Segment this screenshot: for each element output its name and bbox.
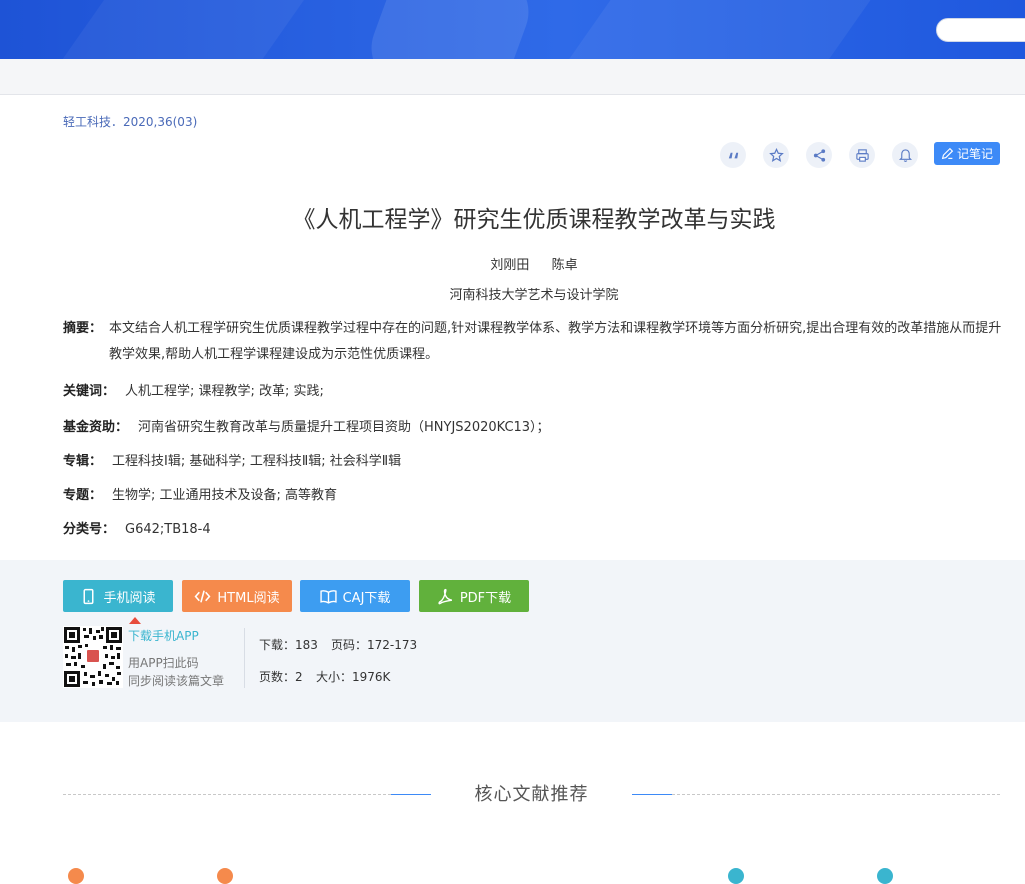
download-app-link[interactable]: 下载手机APP [128,627,199,644]
page-count: 页数：2 [259,668,303,685]
recommend-tab-marker [877,868,893,884]
journal-source[interactable]: 轻工科技．2020,36(03) [63,113,197,130]
recommend-heading: 核心文献推荐 [474,784,589,805]
keywords-row: 关键词： 人机工程学; 课程教学; 改革; 实践; [63,380,324,399]
abstract-section: 摘要： 本文结合人机工程学研究生优质课程教学过程中存在的问题,针对课程教学体系、… [63,316,1003,368]
qr-code [63,626,123,688]
fund-row: 基金资助： 河南省研究生教育改革与质量提升工程项目资助（HNYJS2020KC13… [63,416,550,435]
author-list: 刘刚田 陈卓 [0,254,1025,273]
download-count: 下载：183 [259,636,318,653]
code-icon [194,589,211,603]
recommend-tab-marker [217,868,233,884]
topic-label: 专题： [63,488,103,503]
favorite-button[interactable] [763,142,789,168]
banner-decoration [360,0,540,59]
html-read-label: HTML阅读 [217,590,280,606]
topic-value: 生物学; 工业通用技术及设备; 高等教育 [112,488,338,503]
page-range-value: 172-173 [367,638,418,652]
section-rule-right [632,794,1000,795]
classification-value: G642;TB18-4 [125,522,211,537]
topic-row: 专题： 生物学; 工业通用技术及设备; 高等教育 [63,484,337,503]
abstract-label: 摘要： [63,321,103,336]
search-input[interactable] [936,18,1025,42]
pdf-download-label: PDF下载 [459,590,512,606]
series-row: 专辑： 工程科技Ⅰ辑; 基础科学; 工程科技Ⅱ辑; 社会科学Ⅱ辑 [63,450,401,469]
caj-download-button[interactable]: CAJ下载 [300,580,410,612]
affiliation[interactable]: 河南科技大学艺术与设计学院 [0,284,1025,303]
top-banner [0,0,1025,59]
divider [244,628,245,688]
pdf-download-button[interactable]: PDF下载 [419,580,529,612]
bell-icon [898,148,912,162]
file-size-label: 大小： [316,670,353,684]
classification-row: 分类号： G642;TB18-4 [63,518,211,537]
page-range: 页码：172-173 [331,636,417,653]
banner-decoration [61,0,319,59]
printer-icon [855,148,869,162]
page-count-value: 2 [295,670,303,684]
author-link[interactable]: 刘刚田 [490,258,529,273]
page-count-label: 页数： [259,670,296,684]
abstract-text: 本文结合人机工程学研究生优质课程教学过程中存在的问题,针对课程教学体系、教学方法… [109,321,1002,362]
page-range-label: 页码： [331,638,368,652]
recommend-tab-marker [728,868,744,884]
pdf-icon [438,588,452,604]
take-notes-button[interactable]: 记笔记 [934,142,1000,165]
series-label: 专辑： [63,454,103,469]
classification-label: 分类号： [63,522,116,537]
subscribe-button[interactable] [892,142,918,168]
app-tip-line1: 用APP扫此码 [128,656,199,670]
keywords-label: 关键词： [63,384,116,399]
download-count-value: 183 [295,638,318,652]
download-panel: 手机阅读 HTML阅读 CAJ下载 PDF下载 下载手机APP 用APP扫此码 … [0,560,1025,722]
quote-icon [728,152,738,158]
series-value: 工程科技Ⅰ辑; 基础科学; 工程科技Ⅱ辑; 社会科学Ⅱ辑 [112,454,402,469]
html-read-button[interactable]: HTML阅读 [182,580,292,612]
share-button[interactable] [806,142,832,168]
pointer-arrow [129,617,141,624]
share-icon [813,148,825,162]
nav-bar [0,59,1025,95]
recommend-tab-marker [68,868,84,884]
download-count-label: 下载： [259,638,296,652]
fund-value[interactable]: 河南省研究生教育改革与质量提升工程项目资助（HNYJS2020KC13）； [138,420,550,435]
paper-title: 《人机工程学》研究生优质课程教学改革与实践 [292,207,776,233]
print-button[interactable] [849,142,875,168]
file-size-value: 1976K [352,670,391,684]
take-notes-label: 记笔记 [956,147,993,161]
app-tip-line2: 同步阅读该篇文章 [128,674,225,688]
star-icon [768,147,784,162]
author-link[interactable]: 陈卓 [552,258,578,273]
mobile-read-button[interactable]: 手机阅读 [63,580,173,612]
file-size: 大小：1976K [316,668,390,685]
cite-button[interactable] [720,142,746,168]
fund-label: 基金资助： [63,420,129,435]
phone-icon [83,588,94,604]
banner-decoration [568,0,892,59]
book-icon [319,589,337,604]
keywords-value[interactable]: 人机工程学; 课程教学; 改革; 实践; [125,384,324,399]
toolbar [720,142,935,168]
pencil-icon [941,147,954,160]
mobile-read-label: 手机阅读 [103,590,156,606]
caj-download-label: CAJ下载 [342,590,391,606]
